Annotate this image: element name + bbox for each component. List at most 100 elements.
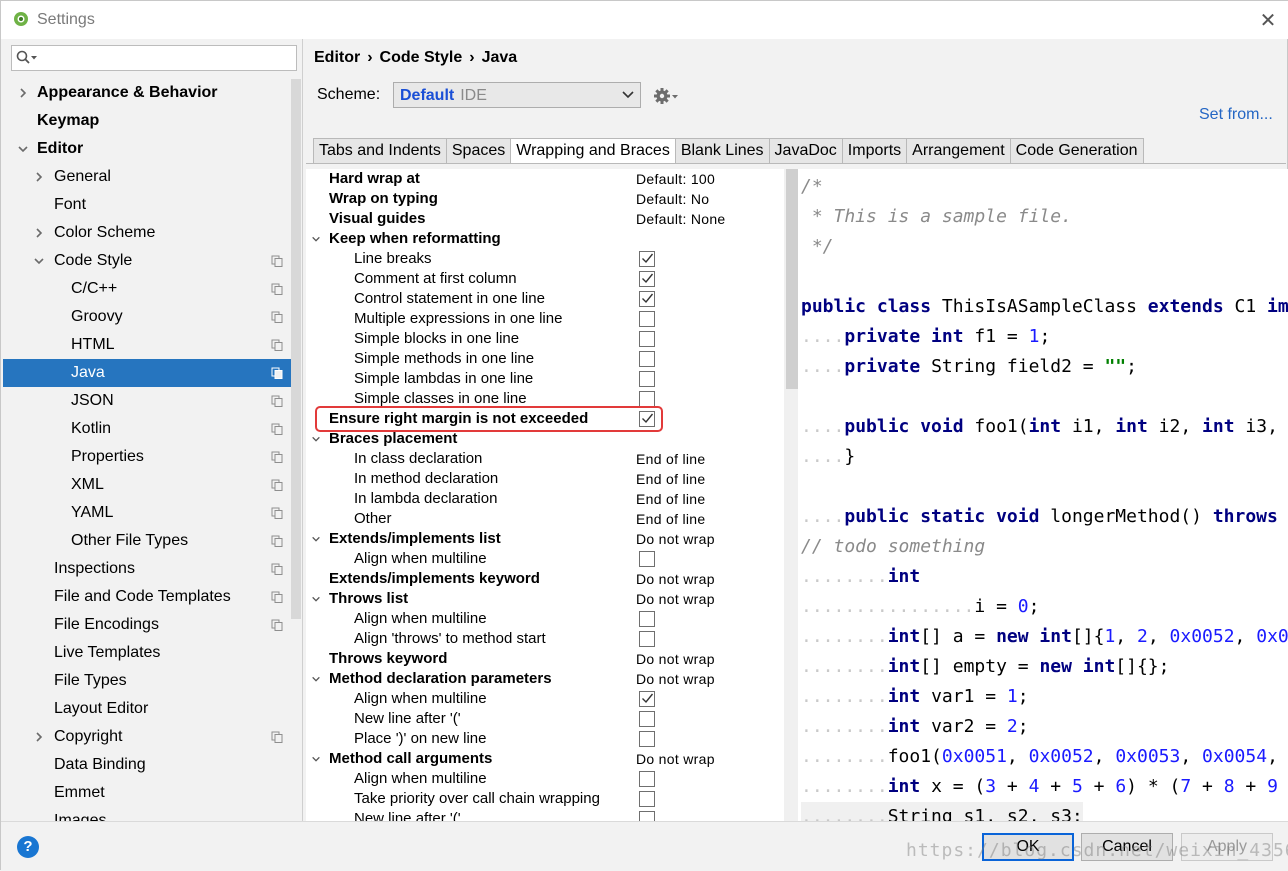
setting-row[interactable]: Align when multiline — [306, 609, 784, 629]
sidebar-item-properties[interactable]: Properties — [3, 443, 291, 471]
sidebar-item-json[interactable]: JSON — [3, 387, 291, 415]
setting-row[interactable]: Keep when reformatting — [306, 229, 784, 249]
tab-spaces[interactable]: Spaces — [446, 138, 512, 164]
setting-row[interactable]: Align when multiline — [306, 689, 784, 709]
setting-value[interactable]: Default: No — [636, 189, 709, 209]
sidebar-item-other-file-types[interactable]: Other File Types — [3, 527, 291, 555]
setting-row[interactable]: Method call arguments Do not wrap — [306, 749, 784, 769]
sidebar-item-images[interactable]: Images — [3, 807, 291, 821]
setting-value[interactable]: Do not wrap — [636, 589, 715, 609]
checkbox-checked[interactable] — [639, 251, 655, 267]
sidebar-item-data-binding[interactable]: Data Binding — [3, 751, 291, 779]
sidebar-item-file-encodings[interactable]: File Encodings — [3, 611, 291, 639]
sidebar-item-xml[interactable]: XML — [3, 471, 291, 499]
checkbox-unchecked[interactable] — [639, 771, 655, 787]
setting-row[interactable]: New line after '(' — [306, 809, 784, 821]
chevron-down-icon[interactable] — [17, 143, 29, 155]
ok-button[interactable]: OK — [982, 833, 1074, 861]
setting-value[interactable]: End of line — [636, 449, 705, 469]
checkbox-unchecked[interactable] — [639, 351, 655, 367]
tab-javadoc[interactable]: JavaDoc — [769, 138, 843, 164]
chevron-down-icon[interactable] — [310, 534, 322, 544]
set-from-link[interactable]: Set from... — [1199, 106, 1273, 124]
setting-row[interactable]: Simple methods in one line — [306, 349, 784, 369]
help-button[interactable]: ? — [17, 836, 39, 858]
checkbox-unchecked[interactable] — [639, 791, 655, 807]
setting-value[interactable]: Do not wrap — [636, 529, 715, 549]
setting-value[interactable]: Do not wrap — [636, 749, 715, 769]
setting-row[interactable]: Throws list Do not wrap — [306, 589, 784, 609]
setting-row[interactable]: Comment at first column — [306, 269, 784, 289]
sidebar-item-file-and-code-templates[interactable]: File and Code Templates — [3, 583, 291, 611]
sidebar-item-kotlin[interactable]: Kotlin — [3, 415, 291, 443]
settings-scrollbar[interactable] — [786, 169, 798, 389]
close-icon[interactable]: ✕ — [1256, 8, 1280, 33]
sidebar-item-inspections[interactable]: Inspections — [3, 555, 291, 583]
setting-row[interactable]: Visual guides Default: None — [306, 209, 784, 229]
checkbox-checked[interactable] — [639, 271, 655, 287]
sidebar-item-yaml[interactable]: YAML — [3, 499, 291, 527]
setting-row[interactable]: Line breaks — [306, 249, 784, 269]
sidebar-item-groovy[interactable]: Groovy — [3, 303, 291, 331]
setting-row[interactable]: In method declaration End of line — [306, 469, 784, 489]
tab-arrangement[interactable]: Arrangement — [907, 138, 1011, 164]
tab-blank-lines[interactable]: Blank Lines — [675, 138, 770, 164]
setting-value[interactable]: Do not wrap — [636, 569, 715, 589]
setting-row[interactable]: Place ')' on new line — [306, 729, 784, 749]
checkbox-unchecked[interactable] — [639, 331, 655, 347]
scheme-dropdown[interactable]: Default IDE — [393, 82, 641, 108]
search-input[interactable] — [11, 45, 297, 71]
setting-value[interactable]: End of line — [636, 469, 705, 489]
apply-button[interactable]: Apply — [1181, 833, 1273, 861]
checkbox-unchecked[interactable] — [639, 711, 655, 727]
setting-row[interactable]: Simple blocks in one line — [306, 329, 784, 349]
setting-row[interactable]: Other End of line — [306, 509, 784, 529]
setting-row[interactable]: Simple lambdas in one line — [306, 369, 784, 389]
chevron-down-icon[interactable] — [310, 594, 322, 604]
setting-value[interactable]: Do not wrap — [636, 669, 715, 689]
chevron-right-icon[interactable] — [33, 731, 45, 743]
chevron-down-icon[interactable] — [310, 234, 322, 244]
sidebar-item-c-c-[interactable]: C/C++ — [3, 275, 291, 303]
sidebar-item-emmet[interactable]: Emmet — [3, 779, 291, 807]
cancel-button[interactable]: Cancel — [1081, 833, 1173, 861]
chevron-right-icon[interactable] — [33, 227, 45, 239]
setting-row[interactable]: New line after '(' — [306, 709, 784, 729]
sidebar-item-keymap[interactable]: Keymap — [3, 107, 291, 135]
sidebar-item-editor[interactable]: Editor — [3, 135, 291, 163]
setting-row[interactable]: Control statement in one line — [306, 289, 784, 309]
setting-row[interactable]: Multiple expressions in one line — [306, 309, 784, 329]
checkbox-unchecked[interactable] — [639, 611, 655, 627]
sidebar-item-html[interactable]: HTML — [3, 331, 291, 359]
setting-value[interactable]: Default: None — [636, 209, 726, 229]
chevron-down-icon[interactable] — [310, 674, 322, 684]
chevron-right-icon[interactable] — [17, 87, 29, 99]
sidebar-item-file-types[interactable]: File Types — [3, 667, 291, 695]
sidebar-item-general[interactable]: General — [3, 163, 291, 191]
checkbox-unchecked[interactable] — [639, 371, 655, 387]
sidebar-item-layout-editor[interactable]: Layout Editor — [3, 695, 291, 723]
chevron-down-icon[interactable] — [310, 434, 322, 444]
gear-icon[interactable] — [653, 87, 679, 105]
setting-value[interactable]: End of line — [636, 509, 705, 529]
setting-value[interactable]: End of line — [636, 489, 705, 509]
setting-row[interactable]: Align when multiline — [306, 769, 784, 789]
setting-row[interactable]: Wrap on typing Default: No — [306, 189, 784, 209]
setting-row[interactable]: Braces placement — [306, 429, 784, 449]
sidebar-item-java[interactable]: Java — [3, 359, 291, 387]
checkbox-checked[interactable] — [639, 291, 655, 307]
setting-row[interactable]: Extends/implements keyword Do not wrap — [306, 569, 784, 589]
setting-row[interactable]: Extends/implements list Do not wrap — [306, 529, 784, 549]
tab-tabs-and-indents[interactable]: Tabs and Indents — [313, 138, 447, 164]
setting-row[interactable]: In lambda declaration End of line — [306, 489, 784, 509]
sidebar-item-code-style[interactable]: Code Style — [3, 247, 291, 275]
setting-row[interactable]: Align when multiline — [306, 549, 784, 569]
setting-row[interactable]: In class declaration End of line — [306, 449, 784, 469]
setting-row[interactable]: Align 'throws' to method start — [306, 629, 784, 649]
tab-wrapping-and-braces[interactable]: Wrapping and Braces — [511, 138, 676, 164]
setting-row[interactable]: Hard wrap at Default: 100 — [306, 169, 784, 189]
sidebar-scrollbar[interactable] — [291, 79, 301, 619]
checkbox-unchecked[interactable] — [639, 391, 655, 407]
sidebar-item-appearance-behavior[interactable]: Appearance & Behavior — [3, 79, 291, 107]
sidebar-item-live-templates[interactable]: Live Templates — [3, 639, 291, 667]
